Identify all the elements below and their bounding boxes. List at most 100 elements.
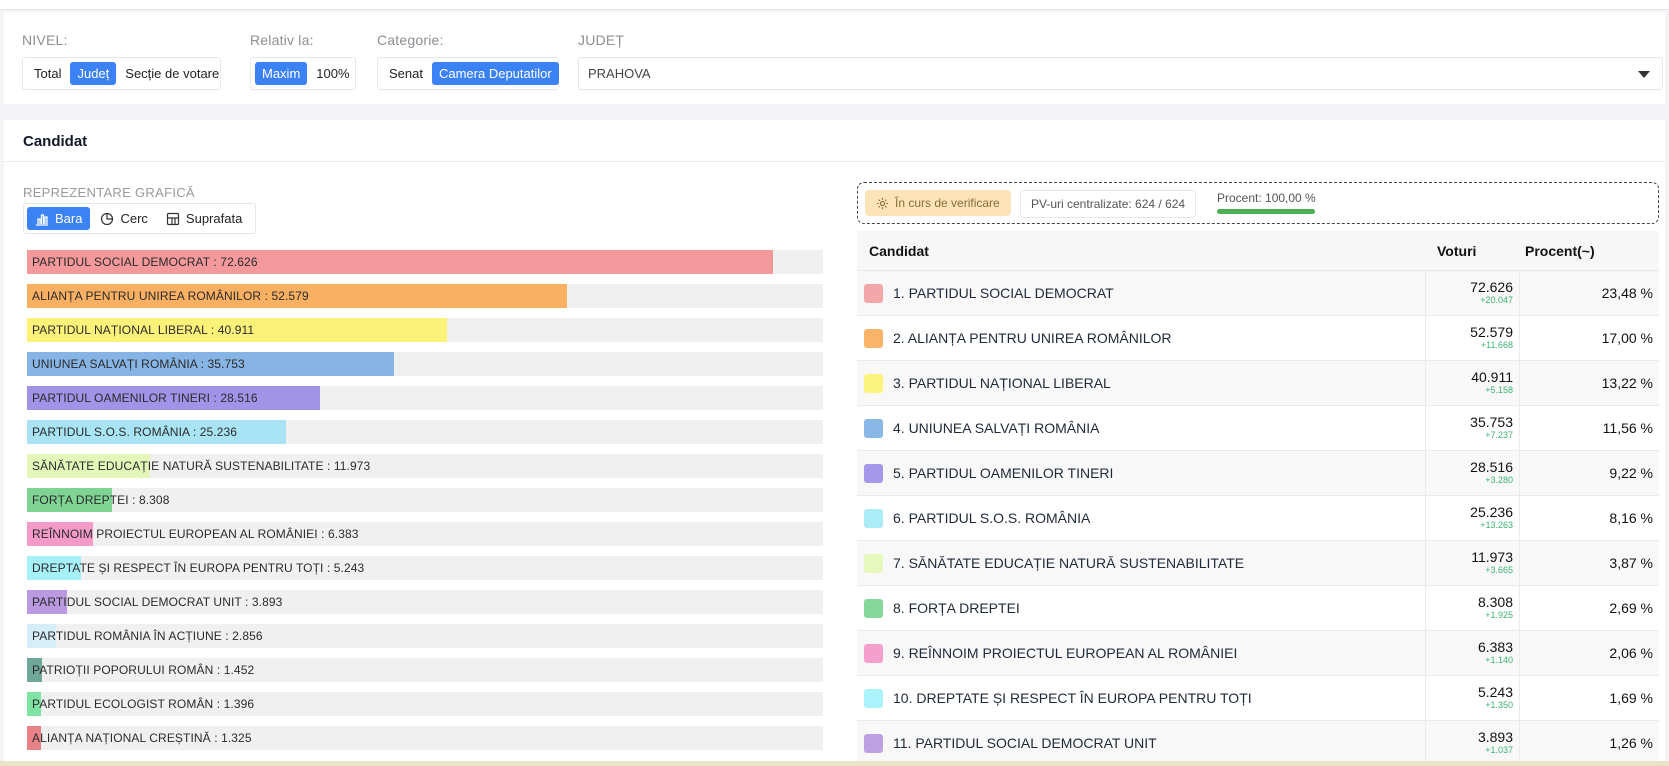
- bar-label: PARTIDUL ECOLOGIST ROMÂN : 1.396: [32, 697, 255, 711]
- color-swatch: [864, 508, 883, 528]
- bar-row[interactable]: PARTIDUL NAȚIONAL LIBERAL : 40.911: [27, 318, 823, 342]
- candidate-name: 11. PARTIDUL SOCIAL DEMOCRAT UNIT: [893, 735, 1157, 751]
- candidate-name: 2. ALIANȚA PENTRU UNIREA ROMÂNILOR: [893, 330, 1172, 346]
- votes-delta: +1.350: [1485, 700, 1513, 710]
- bar-row[interactable]: PARTIDUL OAMENILOR TINERI : 28.516: [27, 386, 823, 410]
- bar-row[interactable]: PARTIDUL SOCIAL DEMOCRAT : 72.626: [27, 250, 823, 274]
- table-row[interactable]: 11. PARTIDUL SOCIAL DEMOCRAT UNIT 3.893 +1…: [857, 721, 1659, 766]
- votes-value: 28.516: [1470, 459, 1513, 475]
- bar-row[interactable]: PATRIOȚII POPORULUI ROMÂN : 1.452: [27, 658, 823, 682]
- percent-cell: 8,16 %: [1609, 510, 1653, 526]
- chevron-down-icon: [1638, 71, 1650, 78]
- candidate-name: 10. DREPTATE ȘI RESPECT ÎN EUROPA PENTRU…: [893, 690, 1252, 706]
- section-title: Candidat: [4, 120, 1665, 162]
- bar-row[interactable]: PARTIDUL ROMÂNIA ÎN ACȚIUNE : 2.856: [27, 624, 823, 648]
- color-swatch: [864, 598, 883, 618]
- bar-row[interactable]: ALIANȚA PENTRU UNIREA ROMÂNILOR : 52.579: [27, 284, 823, 308]
- judet-select[interactable]: PRAHOVA: [578, 57, 1663, 90]
- table-row[interactable]: 7. SĂNĂTATE EDUCAȚIE NATURĂ SUSTENABILIT…: [857, 541, 1659, 586]
- table-row[interactable]: 8. FORȚA DREPTEI 8.308 +1.925 2,69 %: [857, 586, 1659, 631]
- bar-label: PARTIDUL S.O.S. ROMÂNIA : 25.236: [32, 425, 238, 439]
- candidate-cell: 2. ALIANȚA PENTRU UNIREA ROMÂNILOR: [857, 316, 1426, 360]
- percent-cell: 1,26 %: [1609, 735, 1653, 751]
- header-voturi[interactable]: Voturi: [1426, 243, 1520, 259]
- categorie-option-senat[interactable]: Senat: [382, 62, 430, 85]
- bar-chart: PARTIDUL SOCIAL DEMOCRAT : 72.626 ALIANȚA…: [27, 250, 823, 760]
- candidate-name: 3. PARTIDUL NAȚIONAL LIBERAL: [893, 375, 1111, 391]
- bar-row[interactable]: SĂNĂTATE EDUCAȚIE NATURĂ SUSTENABILITATE…: [27, 454, 823, 478]
- nivel-option-total[interactable]: Total: [27, 62, 68, 85]
- bar-row[interactable]: PARTIDUL ECOLOGIST ROMÂN : 1.396: [27, 692, 823, 716]
- table-row[interactable]: 9. REÎNNOIM PROIECTUL EUROPEAN AL ROMÂNI…: [857, 631, 1659, 676]
- graph-label: REPREZENTARE GRAFICĂ: [23, 185, 195, 200]
- percent-cell: 2,69 %: [1609, 600, 1653, 616]
- nivel-option-judet[interactable]: Județ: [70, 62, 117, 85]
- bar-row[interactable]: UNIUNEA SALVAȚI ROMÂNIA : 35.753: [27, 352, 823, 376]
- bottom-strip: [0, 761, 1669, 766]
- relativ-label: Relativ la:: [250, 32, 314, 48]
- header-procent[interactable]: Procent(~): [1520, 243, 1659, 259]
- status-box: În curs de verificare PV-uri centralizat…: [857, 182, 1659, 224]
- candidate-name: 6. PARTIDUL S.O.S. ROMÂNIA: [893, 510, 1091, 526]
- votes-value: 11.973: [1471, 549, 1513, 565]
- table-row[interactable]: 1. PARTIDUL SOCIAL DEMOCRAT 72.626 +20.047…: [857, 271, 1659, 316]
- color-swatch: [864, 418, 883, 438]
- votes-value: 8.308: [1477, 594, 1513, 610]
- percent-cell: 2,06 %: [1609, 645, 1653, 661]
- votes-value: 35.753: [1470, 414, 1513, 430]
- table-row[interactable]: 5. PARTIDUL OAMENILOR TINERI 28.516 +3.280…: [857, 451, 1659, 496]
- bar-label: SĂNĂTATE EDUCAȚIE NATURĂ SUSTENABILITATE…: [32, 459, 371, 473]
- percent-progress-bar: [1217, 209, 1315, 214]
- judet-label: JUDEȚ: [578, 32, 625, 48]
- candidate-name: 8. FORȚA DREPTEI: [893, 600, 1020, 616]
- graph-type-suprafata-label: Suprafata: [185, 211, 243, 226]
- nivel-option-sectie[interactable]: Secție de votare: [118, 62, 226, 85]
- candidate-cell: 9. REÎNNOIM PROIECTUL EUROPEAN AL ROMÂNI…: [857, 631, 1426, 675]
- candidate-cell: 11. PARTIDUL SOCIAL DEMOCRAT UNIT: [857, 721, 1426, 765]
- votes-delta: +1.037: [1485, 745, 1513, 755]
- table-row[interactable]: 6. PARTIDUL S.O.S. ROMÂNIA 25.236 +13.263 8…: [857, 496, 1659, 541]
- results-table: Candidat Voturi Procent(~) 1. PARTIDUL S…: [857, 231, 1659, 766]
- candidate-name: 5. PARTIDUL OAMENILOR TINERI: [893, 465, 1114, 481]
- bar-row[interactable]: PARTIDUL SOCIAL DEMOCRAT UNIT : 3.893: [27, 590, 823, 614]
- percent-cell: 17,00 %: [1601, 330, 1653, 346]
- bar-label: FORȚA DREPTEI : 8.308: [32, 493, 170, 507]
- color-swatch: [864, 733, 883, 753]
- table-row[interactable]: 3. PARTIDUL NAȚIONAL LIBERAL 40.911 +5.158…: [857, 361, 1659, 406]
- bar-row[interactable]: FORȚA DREPTEI : 8.308: [27, 488, 823, 512]
- graph-type-suprafata[interactable]: Suprafata: [158, 207, 250, 230]
- relativ-option-maxim[interactable]: Maxim: [255, 62, 308, 85]
- nivel-label: NIVEL:: [22, 32, 68, 48]
- candidate-cell: 4. UNIUNEA SALVAȚI ROMÂNIA: [857, 406, 1426, 450]
- bar-row[interactable]: REÎNNOIM PROIECTUL EUROPEAN AL ROMÂNIEI …: [27, 522, 823, 546]
- candidate-name: 4. UNIUNEA SALVAȚI ROMÂNIA: [893, 420, 1100, 436]
- table-row[interactable]: 4. UNIUNEA SALVAȚI ROMÂNIA 35.753 +7.237 11…: [857, 406, 1659, 451]
- header-candidat[interactable]: Candidat: [857, 243, 1426, 259]
- table-row[interactable]: 10. DREPTATE ȘI RESPECT ÎN EUROPA PENTRU…: [857, 676, 1659, 721]
- bar-row[interactable]: ALIANȚA NAȚIONAL CREȘTINĂ : 1.325: [27, 726, 823, 750]
- judet-filter: JUDEȚ PRAHOVA: [578, 32, 1663, 90]
- relativ-filter: Relativ la: Maxim 100%: [250, 32, 356, 90]
- bar-label: PATRIOȚII POPORULUI ROMÂN : 1.452: [32, 663, 255, 677]
- graph-type-cerc[interactable]: Cerc: [92, 207, 155, 230]
- table-row[interactable]: 2. ALIANȚA PENTRU UNIREA ROMÂNILOR 52.579…: [857, 316, 1659, 361]
- graph-type-cerc-label: Cerc: [120, 211, 148, 226]
- color-swatch: [864, 328, 883, 348]
- votes-cell: 8.308 +1.925: [1426, 586, 1520, 630]
- votes-cell: 6.383 +1.140: [1426, 631, 1520, 675]
- votes-delta: +13.263: [1480, 520, 1513, 530]
- votes-value: 52.579: [1470, 324, 1513, 340]
- bar-row[interactable]: DREPTATE ȘI RESPECT ÎN EUROPA PENTRU TOȚ…: [27, 556, 823, 580]
- candidate-name: 7. SĂNĂTATE EDUCAȚIE NATURĂ SUSTENABILIT…: [893, 555, 1245, 571]
- color-swatch: [864, 283, 883, 303]
- color-swatch: [864, 688, 883, 708]
- bar-label: PARTIDUL OAMENILOR TINERI : 28.516: [32, 391, 258, 405]
- votes-cell: 52.579 +11.668: [1426, 316, 1520, 360]
- votes-delta: +11.668: [1480, 340, 1513, 350]
- votes-cell: 11.973 +3.665: [1426, 541, 1520, 585]
- categorie-option-camera[interactable]: Camera Deputatilor: [431, 62, 559, 85]
- bar-row[interactable]: PARTIDUL S.O.S. ROMÂNIA : 25.236: [27, 420, 823, 444]
- votes-value: 5.243: [1477, 684, 1513, 700]
- relativ-option-100[interactable]: 100%: [309, 62, 356, 85]
- graph-type-bara[interactable]: Bara: [27, 207, 91, 230]
